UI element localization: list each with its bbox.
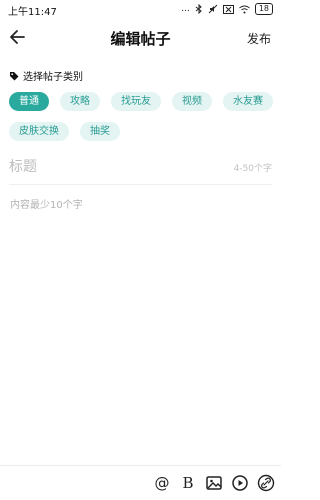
editor-toolbar: @ B [0, 465, 281, 500]
tag-icon [10, 71, 19, 80]
category-label-text: 选择帖子类别 [23, 72, 83, 83]
category-options: 普通 攻略 找玩友 视频 水友赛 皮肤交换 抽奖 [9, 92, 274, 141]
link-icon[interactable] [257, 474, 275, 492]
mute-icon [208, 4, 218, 14]
page-title: 编辑帖子 [110, 30, 171, 48]
content-input[interactable]: 内容最少10个字 [10, 196, 83, 211]
video-icon[interactable] [231, 474, 249, 492]
status-dots: ... [181, 4, 190, 14]
app-header: 编辑帖子 发布 [0, 22, 281, 54]
sim-icon [222, 4, 234, 14]
status-icons: ... 18 [181, 3, 273, 15]
category-label: 选择帖子类别 [9, 68, 83, 83]
category-chip-putong[interactable]: 普通 [9, 92, 49, 111]
status-bar: 上午11:47 ... 18 [0, 0, 281, 18]
category-chip-choujiang[interactable]: 抽奖 [80, 122, 120, 141]
mention-icon[interactable]: @ [153, 474, 171, 492]
title-field[interactable]: 标题 4-50个字 [9, 156, 272, 185]
wifi-icon [239, 5, 250, 13]
bluetooth-icon [195, 4, 202, 14]
status-time: 上午11:47 [8, 7, 57, 18]
image-icon[interactable] [205, 474, 223, 492]
battery-indicator: 18 [254, 3, 273, 15]
category-chip-gonglue[interactable]: 攻略 [60, 92, 100, 111]
category-chip-shuiyousai[interactable]: 水友赛 [223, 92, 273, 111]
bold-icon[interactable]: B [179, 474, 197, 492]
title-length-hint: 4-50个字 [233, 164, 272, 174]
title-input[interactable]: 标题 [9, 156, 37, 176]
category-chip-pifujiaohuan[interactable]: 皮肤交换 [9, 122, 69, 141]
category-chip-zhaowanyou[interactable]: 找玩友 [111, 92, 161, 111]
category-chip-shipin[interactable]: 视频 [172, 92, 212, 111]
publish-button[interactable]: 发布 [247, 30, 271, 47]
